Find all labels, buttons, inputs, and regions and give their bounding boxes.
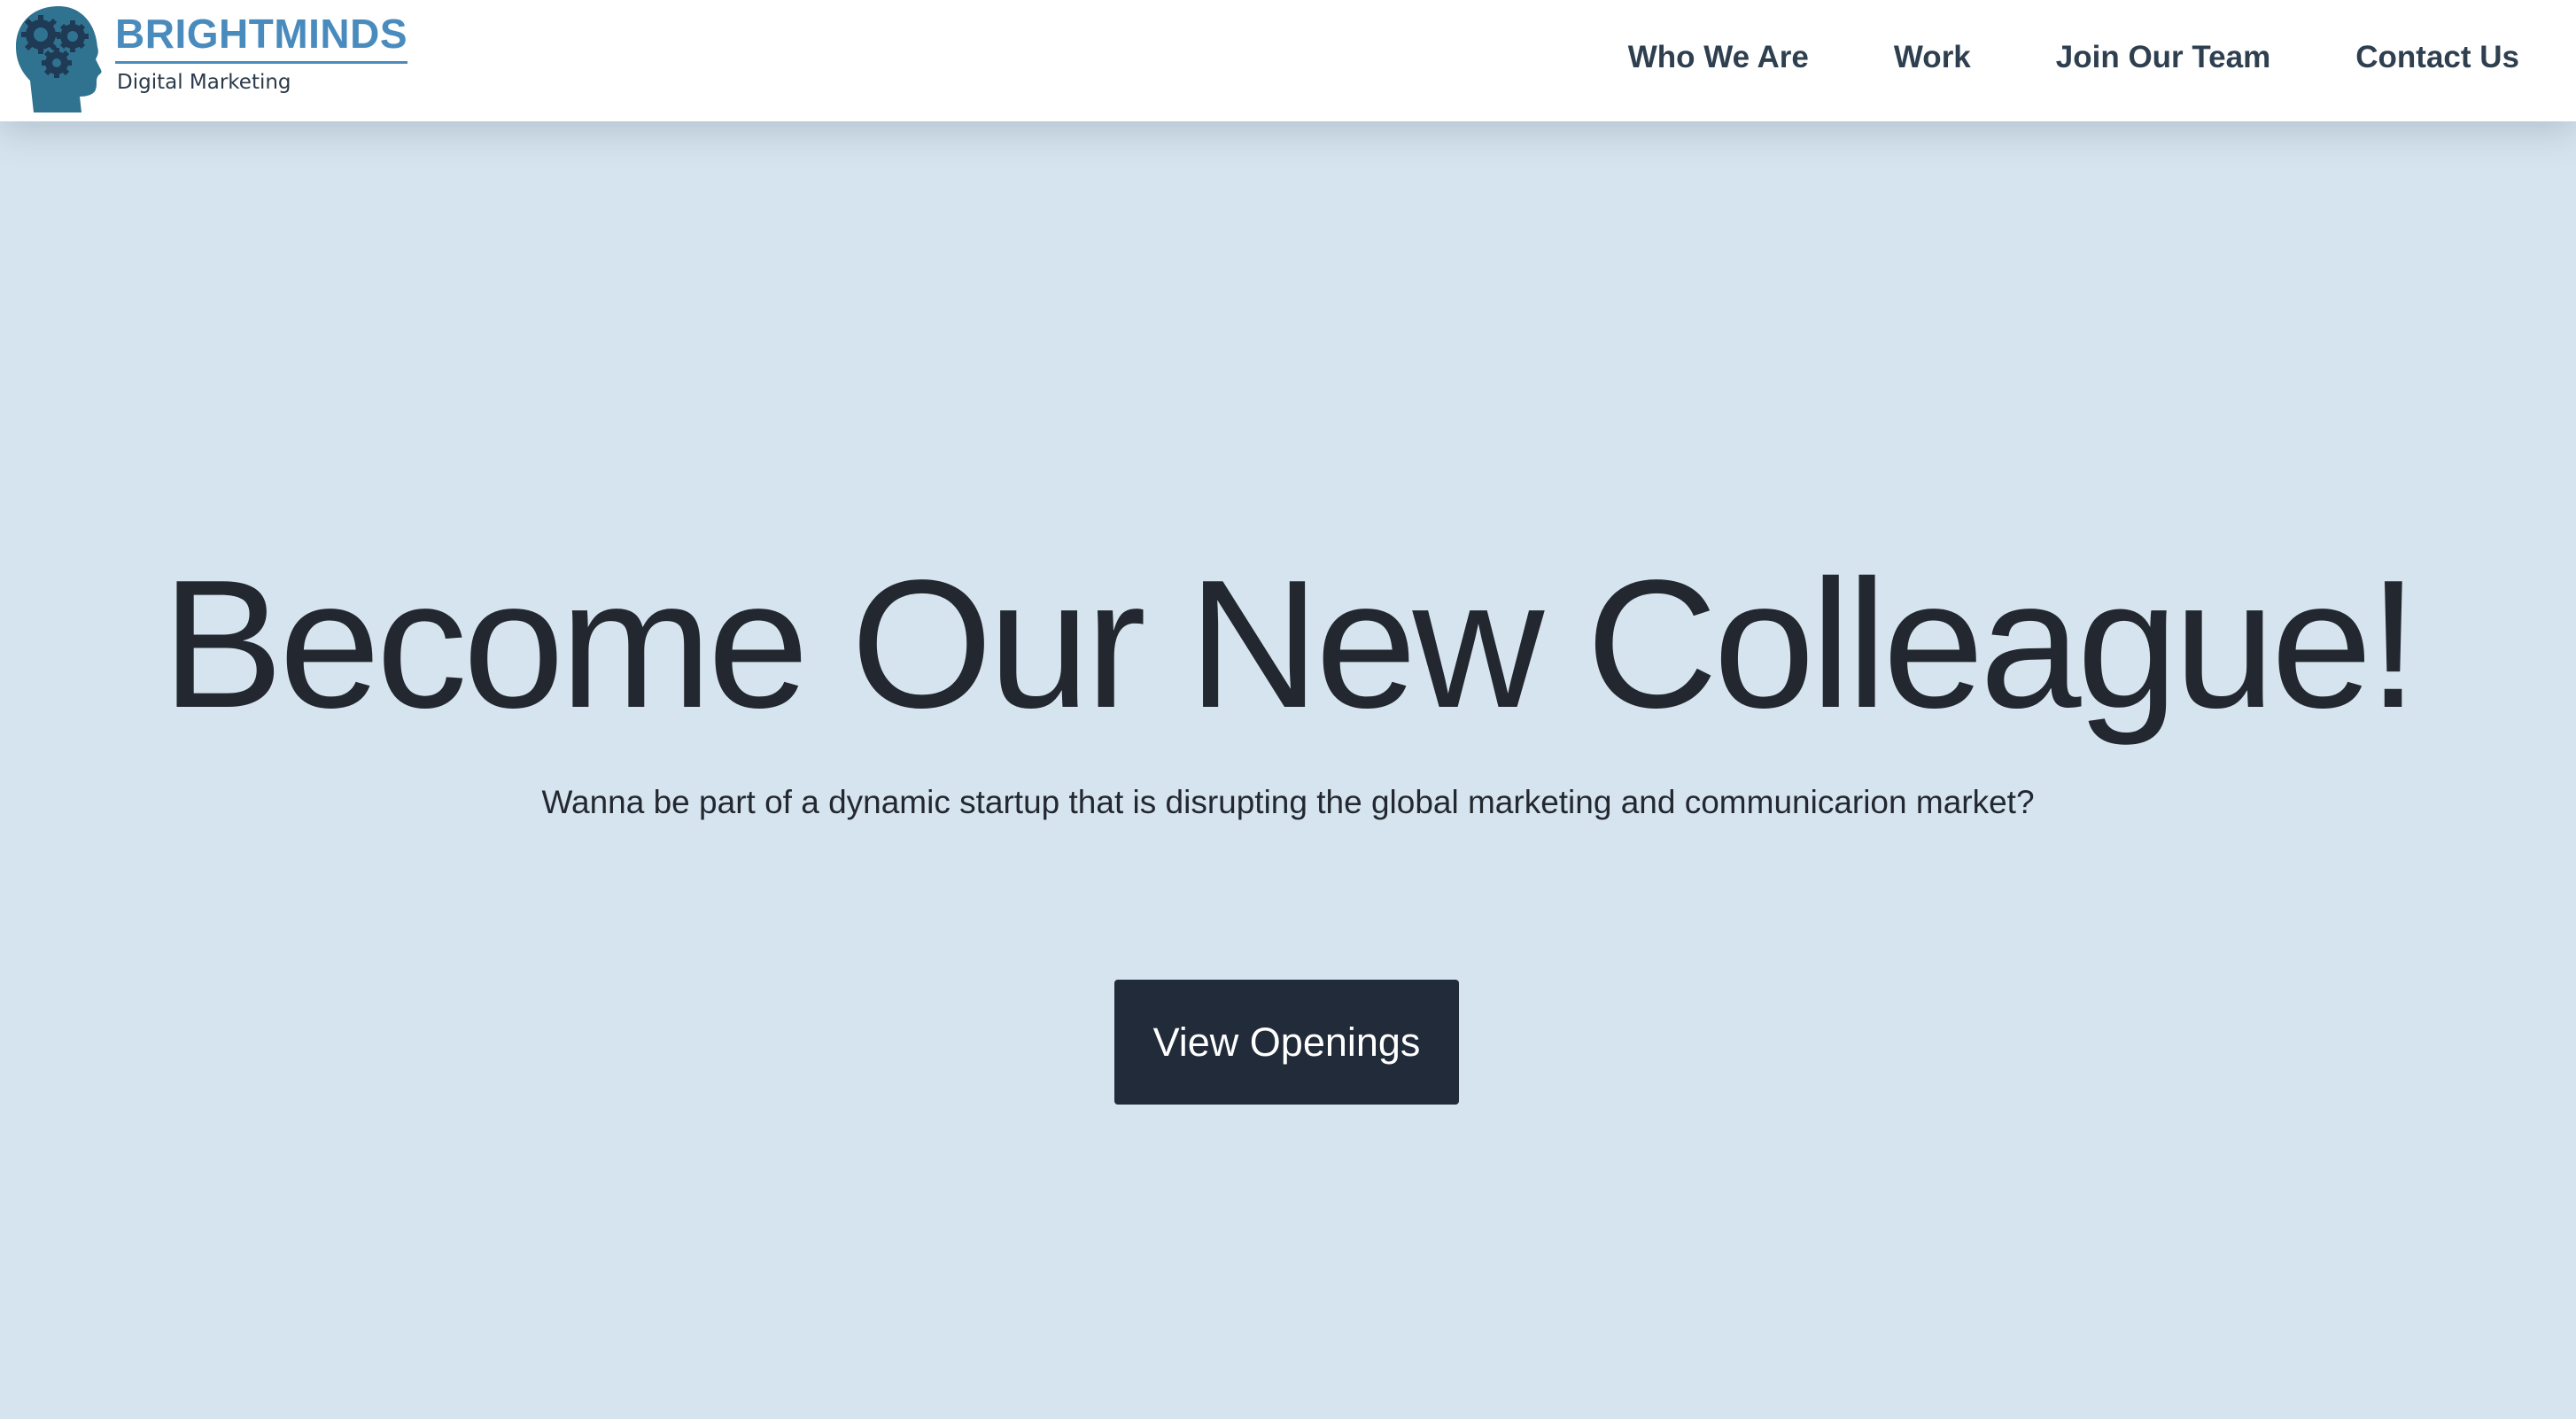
brand-logo[interactable]: BRIGHTMINDS Digital Marketing (12, 4, 408, 114)
brand-tagline: Digital Marketing (117, 71, 291, 94)
view-openings-button[interactable]: View Openings (1114, 980, 1459, 1105)
hero-title: Become Our New Colleague! (161, 542, 2419, 746)
main-nav: Who We Are Work Join Our Team Contact Us (1543, 0, 2519, 115)
logo-text: BRIGHTMINDS Digital Marketing (115, 13, 408, 94)
hero-subtitle: Wanna be part of a dynamic startup that … (541, 784, 2035, 820)
hero-section: Become Our New Colleague! Wanna be part … (0, 121, 2576, 1419)
site-header: BRIGHTMINDS Digital Marketing Who We Are… (0, 0, 2576, 121)
nav-link-work[interactable]: Work (1894, 40, 1971, 75)
nav-link-join-our-team[interactable]: Join Our Team (2056, 40, 2270, 75)
head-with-gears-icon (16, 6, 102, 112)
brand-name: BRIGHTMINDS (115, 13, 408, 64)
nav-link-who-we-are[interactable]: Who We Are (1628, 40, 1809, 75)
nav-link-contact-us[interactable]: Contact Us (2355, 40, 2519, 75)
